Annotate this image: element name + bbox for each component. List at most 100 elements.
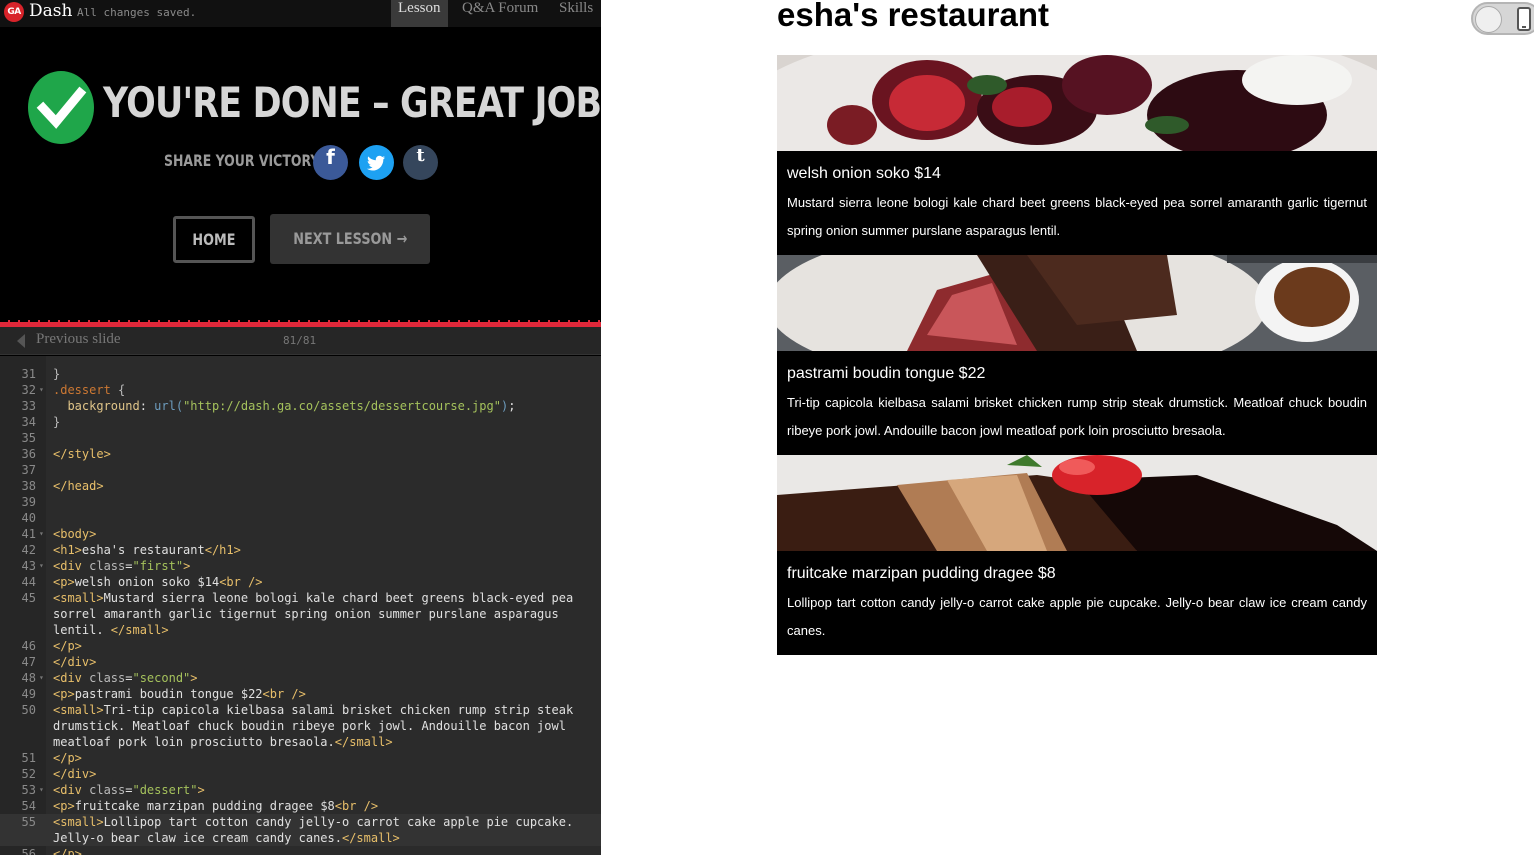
progress-tick xyxy=(488,320,490,322)
fold-arrow-icon[interactable]: ▾ xyxy=(39,558,44,574)
code-line[interactable]: 39 xyxy=(0,494,601,510)
line-number: 44 xyxy=(21,575,36,589)
progress-tick xyxy=(168,320,170,322)
brand-name[interactable]: Dash xyxy=(29,1,72,21)
code-line[interactable]: 40 xyxy=(0,510,601,526)
code-line[interactable]: 55 <small>Lollipop tart cotton candy jell… xyxy=(0,814,601,830)
ga-logo-icon[interactable]: GA xyxy=(4,2,24,22)
previous-slide-link[interactable]: Previous slide xyxy=(36,331,121,348)
fold-arrow-icon[interactable]: ▾ xyxy=(39,782,44,798)
code-line[interactable]: 49 <p>pastrami boudin tongue $22<br /> xyxy=(0,686,601,702)
code-line[interactable]: 35 xyxy=(0,430,601,446)
tab-lesson[interactable]: Lesson xyxy=(391,0,448,27)
code-text[interactable]: meatloaf pork loin prosciutto bresaola.<… xyxy=(53,734,393,750)
code-line[interactable]: 47 </div> xyxy=(0,654,601,670)
code-text[interactable]: drumstick. Meatloaf chuck boudin ribeye … xyxy=(53,718,566,734)
code-text[interactable]: } xyxy=(53,366,60,382)
code-line[interactable]: 31} xyxy=(0,366,601,382)
code-line[interactable]: 32 ▾ .dessert { xyxy=(0,382,601,398)
code-line[interactable]: 34} xyxy=(0,414,601,430)
next-lesson-label: NEXT LESSON → xyxy=(292,229,408,248)
tab-skills[interactable]: Skills xyxy=(552,0,600,27)
line-number: 38 xyxy=(21,479,36,493)
code-line[interactable]: 43 ▾ <div class="first"> xyxy=(0,558,601,574)
code-line[interactable]: drumstick. Meatloaf chuck boudin ribeye … xyxy=(0,718,601,734)
code-line[interactable]: 44 <p>welsh onion soko $14<br /> xyxy=(0,574,601,590)
code-text[interactable]: } xyxy=(53,414,60,430)
code-line[interactable]: 33 background: url("http://dash.ga.co/as… xyxy=(0,398,601,414)
progress-tick xyxy=(248,320,250,322)
code-text[interactable]: background: url("http://dash.ga.co/asset… xyxy=(53,398,515,414)
checkmark-icon xyxy=(28,71,94,144)
code-line[interactable]: 36 </style> xyxy=(0,446,601,462)
progress-tick xyxy=(548,320,550,322)
previous-arrow-icon[interactable] xyxy=(17,334,25,348)
progress-tick xyxy=(198,320,200,322)
fold-arrow-icon[interactable]: ▾ xyxy=(39,382,44,398)
facebook-share-button[interactable]: f xyxy=(313,145,348,180)
progress-tick xyxy=(78,320,80,322)
code-text[interactable]: <p>fruitcake marzipan pudding dragee $8<… xyxy=(53,798,378,814)
code-line[interactable]: 48 ▾ <div class="second"> xyxy=(0,670,601,686)
menu-item-description: Mustard sierra leone bologi kale chard b… xyxy=(787,195,1367,238)
code-text[interactable]: </style> xyxy=(53,446,111,462)
code-line[interactable]: 45 <small>Mustard sierra leone bologi kal… xyxy=(0,590,601,606)
code-line[interactable]: 41 ▾ <body> xyxy=(0,526,601,542)
progress-tick xyxy=(128,320,130,322)
tab-qa-forum[interactable]: Q&A Forum xyxy=(455,0,545,27)
fold-arrow-icon[interactable]: ▾ xyxy=(39,670,44,686)
code-text[interactable]: <small>Tri-tip capicola kielbasa salami … xyxy=(53,702,573,718)
code-text[interactable]: </p> xyxy=(53,750,82,766)
code-line[interactable]: 56 </p> xyxy=(0,846,601,855)
next-lesson-button[interactable]: NEXT LESSON → xyxy=(270,214,430,264)
completion-title: YOU'RE DONE – GREAT JOB! xyxy=(103,78,601,127)
code-line[interactable]: 38 </head> xyxy=(0,478,601,494)
code-text[interactable]: </div> xyxy=(53,766,96,782)
code-text[interactable]: <h1>esha's restaurant</h1> xyxy=(53,542,241,558)
toggle-knob[interactable] xyxy=(1475,6,1502,33)
code-text[interactable]: .dessert { xyxy=(53,382,125,398)
code-line[interactable]: 54 <p>fruitcake marzipan pudding dragee $… xyxy=(0,798,601,814)
fold-arrow-icon[interactable]: ▾ xyxy=(39,526,44,542)
home-button[interactable]: HOME xyxy=(173,216,255,263)
code-text[interactable]: <small>Mustard sierra leone bologi kale … xyxy=(53,590,573,606)
progress-tick xyxy=(108,320,110,322)
menu-item-description: Lollipop tart cotton candy jelly-o carro… xyxy=(787,595,1367,638)
code-text[interactable]: <div class="dessert"> xyxy=(53,782,205,798)
progress-tick xyxy=(358,320,360,322)
code-line[interactable]: sorrel amaranth garlic tigernut spring o… xyxy=(0,606,601,622)
tumblr-share-button[interactable]: t xyxy=(403,145,438,180)
code-line[interactable]: 42 <h1>esha's restaurant</h1> xyxy=(0,542,601,558)
code-text[interactable]: sorrel amaranth garlic tigernut spring o… xyxy=(53,606,559,622)
line-number: 40 xyxy=(21,511,36,525)
code-line[interactable]: 51 </p> xyxy=(0,750,601,766)
code-line[interactable]: 37 xyxy=(0,462,601,478)
code-text[interactable]: </div> xyxy=(53,654,96,670)
code-text[interactable]: <p>pastrami boudin tongue $22<br /> xyxy=(53,686,306,702)
code-line[interactable]: 46 </p> xyxy=(0,638,601,654)
code-line[interactable]: meatloaf pork loin prosciutto bresaola.<… xyxy=(0,734,601,750)
progress-tick xyxy=(368,320,370,322)
device-preview-toggle[interactable] xyxy=(1471,2,1534,35)
code-text[interactable]: Jelly-o bear claw ice cream candy canes.… xyxy=(53,830,400,846)
code-line[interactable]: lentil. </small> xyxy=(0,622,601,638)
code-text[interactable]: <p>welsh onion soko $14<br /> xyxy=(53,574,263,590)
code-text[interactable]: <div class="first"> xyxy=(53,558,190,574)
progress-tick xyxy=(568,320,570,322)
line-number: 55 xyxy=(21,815,36,829)
code-text[interactable]: <div class="second"> xyxy=(53,670,198,686)
code-text[interactable]: </p> xyxy=(53,846,82,855)
progress-tick xyxy=(578,320,580,322)
code-line[interactable]: 53 ▾ <div class="dessert"> xyxy=(0,782,601,798)
phone-icon xyxy=(1517,7,1531,31)
code-line[interactable]: 50 <small>Tri-tip capicola kielbasa salam… xyxy=(0,702,601,718)
code-text[interactable]: <body> xyxy=(53,526,96,542)
code-text[interactable]: lentil. </small> xyxy=(53,622,169,638)
code-line[interactable]: Jelly-o bear claw ice cream candy canes.… xyxy=(0,830,601,846)
twitter-share-button[interactable] xyxy=(359,145,394,180)
code-text[interactable]: </head> xyxy=(53,478,104,494)
code-text[interactable]: </p> xyxy=(53,638,82,654)
code-line[interactable]: 52 </div> xyxy=(0,766,601,782)
code-editor[interactable]: 31} 32 ▾ .dessert {33 background: url("http… xyxy=(0,356,601,855)
code-text[interactable]: <small>Lollipop tart cotton candy jelly-… xyxy=(53,814,573,830)
